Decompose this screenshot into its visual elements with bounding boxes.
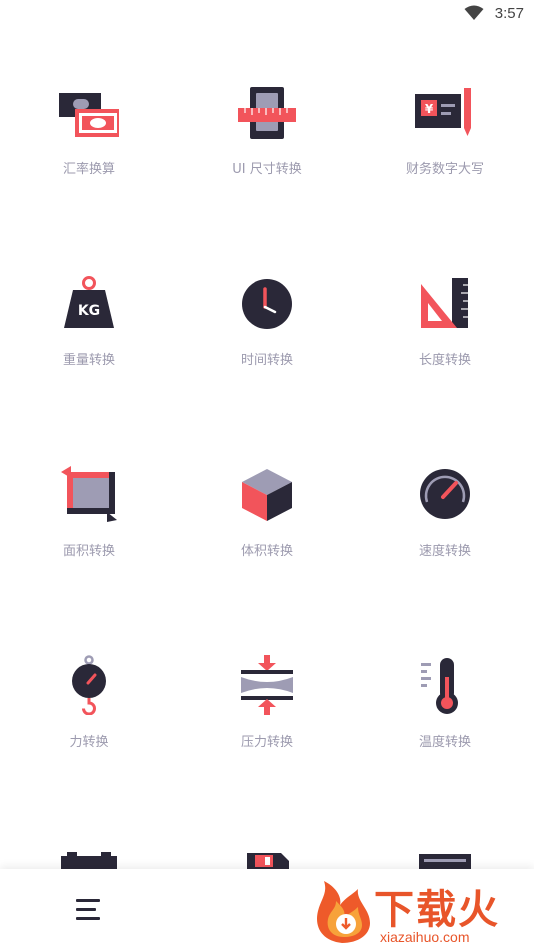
clock-icon bbox=[242, 279, 292, 329]
tool-label: 压力转换 bbox=[240, 735, 293, 750]
tool-label: 力转换 bbox=[69, 735, 109, 750]
menu-icon bbox=[76, 899, 100, 902]
menu-icon-line bbox=[76, 917, 100, 920]
tool-grid: 汇率换算 UI 尺寸转换 ¥ 财务数字大写 KG 重量转换 时间转换 长度转换 … bbox=[0, 0, 534, 870]
tool-time[interactable]: 时间转换 bbox=[178, 191, 356, 382]
set-square-ruler-icon bbox=[421, 278, 468, 328]
tool-length[interactable]: 长度转换 bbox=[356, 191, 534, 382]
cube-icon bbox=[242, 469, 292, 521]
watermark-url: xiazaihuo.com bbox=[380, 929, 470, 945]
tool-temperature[interactable]: 温度转换 bbox=[356, 573, 534, 764]
pressure-icon bbox=[241, 655, 293, 715]
kg-weight-icon: KG bbox=[64, 276, 114, 328]
tool-data-storage[interactable] bbox=[178, 764, 356, 870]
tool-ui-size[interactable]: UI 尺寸转换 bbox=[178, 0, 356, 191]
tool-battery[interactable] bbox=[0, 764, 178, 870]
tool-label: 速度转换 bbox=[418, 544, 471, 559]
tool-label: 时间转换 bbox=[240, 353, 293, 368]
tool-speed[interactable]: 速度转换 bbox=[356, 382, 534, 573]
tool-force[interactable]: 力转换 bbox=[0, 573, 178, 764]
tool-currency-exchange[interactable]: 汇率换算 bbox=[0, 0, 178, 191]
floppy-disk-icon bbox=[247, 853, 289, 870]
tool-label: 体积转换 bbox=[240, 544, 293, 559]
tool-label: 汇率换算 bbox=[62, 162, 115, 177]
menu-icon-line bbox=[76, 908, 96, 911]
hanging-scale-icon bbox=[72, 655, 106, 715]
tool-label: 面积转换 bbox=[62, 544, 115, 559]
tool-financial-capital[interactable]: ¥ 财务数字大写 bbox=[356, 0, 534, 191]
thermometer-icon bbox=[421, 658, 458, 714]
menu-button[interactable] bbox=[68, 893, 108, 927]
watermark-title: 下载火 bbox=[374, 887, 500, 933]
phone-ruler-icon bbox=[238, 87, 296, 139]
speedometer-icon bbox=[420, 469, 470, 519]
tool-pressure[interactable]: 压力转换 bbox=[178, 573, 356, 764]
svg-text:KG: KG bbox=[78, 303, 100, 319]
tool-label: 财务数字大写 bbox=[405, 162, 484, 177]
tool-label: 温度转换 bbox=[418, 735, 471, 750]
monitor-icon bbox=[419, 854, 471, 870]
flame-logo-icon bbox=[317, 881, 370, 943]
tool-label: 重量转换 bbox=[62, 353, 115, 368]
watermark-logo: 下载火 xiazaihuo.com bbox=[312, 875, 534, 949]
tool-volume[interactable]: 体积转换 bbox=[178, 382, 356, 573]
cheque-pen-icon: ¥ bbox=[415, 88, 471, 136]
tool-screen[interactable] bbox=[356, 764, 534, 870]
area-square-icon bbox=[61, 466, 117, 522]
tool-area[interactable]: 面积转换 bbox=[0, 382, 178, 573]
svg-text:¥: ¥ bbox=[425, 102, 434, 116]
tool-label: 长度转换 bbox=[418, 353, 471, 368]
battery-icon bbox=[61, 852, 117, 870]
tool-label: UI 尺寸转换 bbox=[232, 162, 302, 177]
tool-weight[interactable]: KG 重量转换 bbox=[0, 191, 178, 382]
money-exchange-icon bbox=[59, 93, 119, 137]
